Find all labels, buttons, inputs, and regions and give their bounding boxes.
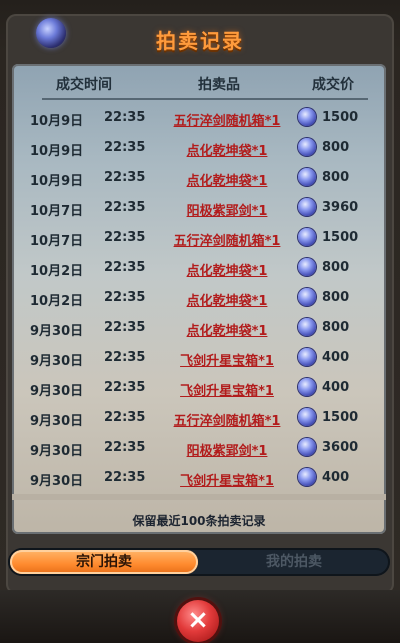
row-item-link[interactable]: 点化乾坤袋*1 [172, 260, 282, 279]
table-row: 9月30日 22:35 飞剑升星宝箱*1 400 [12, 463, 386, 493]
row-price: 800 [322, 140, 350, 155]
row-item-link[interactable]: 阳极紫郢剑*1 [172, 200, 282, 219]
row-item-link[interactable]: 点化乾坤袋*1 [172, 140, 282, 159]
row-item-link[interactable]: 五行淬剑随机箱*1 [172, 230, 282, 249]
row-price: 1500 [322, 110, 359, 125]
row-date: 9月30日 [30, 384, 84, 399]
row-price: 1500 [322, 410, 359, 425]
spirit-coin-icon [298, 348, 316, 366]
row-price: 3600 [322, 440, 359, 455]
table-row: 9月30日 22:35 飞剑升星宝箱*1 400 [12, 373, 386, 403]
row-price: 3960 [322, 200, 359, 215]
row-date: 10月2日 [30, 264, 84, 279]
spirit-coin-icon [298, 288, 316, 306]
row-date: 9月30日 [30, 324, 84, 339]
row-date: 10月9日 [30, 144, 84, 159]
row-time: 22:35 [104, 350, 146, 365]
row-price: 800 [322, 320, 350, 335]
row-item-link[interactable]: 飞剑升星宝箱*1 [172, 380, 282, 399]
tab-sect-auction[interactable]: 宗门拍卖 [10, 550, 198, 574]
spirit-coin-icon [298, 258, 316, 276]
row-price: 400 [322, 470, 350, 485]
list-scroll-edge [12, 494, 386, 500]
row-item-link[interactable]: 点化乾坤袋*1 [172, 290, 282, 309]
row-price: 800 [322, 260, 350, 275]
records-note: 保留最近100条拍卖记录 [132, 514, 266, 528]
row-item-link[interactable]: 五行淬剑随机箱*1 [172, 410, 282, 429]
table-row: 9月30日 22:35 阳极紫郢剑*1 3600 [12, 433, 386, 463]
row-date: 9月30日 [30, 414, 84, 429]
row-price: 400 [322, 350, 350, 365]
close-icon: × [187, 605, 209, 635]
row-time: 22:35 [104, 440, 146, 455]
spirit-coin-icon [298, 228, 316, 246]
row-item-link[interactable]: 飞剑升星宝箱*1 [172, 350, 282, 369]
table-row: 10月2日 22:35 点化乾坤袋*1 800 [12, 253, 386, 283]
header-time: 成交时间 [56, 77, 112, 93]
tab-my-auction[interactable]: 我的拍卖 [200, 550, 388, 574]
spirit-coin-icon [298, 138, 316, 156]
records-panel: 成交时间 拍卖品 成交价 10月9日 22:35 五行淬剑随机箱*1 1500 … [12, 64, 386, 534]
row-date: 10月7日 [30, 204, 84, 219]
row-price: 800 [322, 170, 350, 185]
table-row: 9月30日 22:35 五行淬剑随机箱*1 1500 [12, 403, 386, 433]
table-header: 成交时间 拍卖品 成交价 [12, 64, 386, 102]
row-time: 22:35 [104, 170, 146, 185]
table-row: 10月9日 22:35 点化乾坤袋*1 800 [12, 163, 386, 193]
row-time: 22:35 [104, 320, 146, 335]
row-time: 22:35 [104, 380, 146, 395]
spirit-coin-icon [298, 408, 316, 426]
close-button[interactable]: × [177, 600, 219, 642]
row-time: 22:35 [104, 470, 146, 485]
row-price: 1500 [322, 230, 359, 245]
table-row: 9月30日 22:35 飞剑升星宝箱*1 400 [12, 343, 386, 373]
records-list[interactable]: 10月9日 22:35 五行淬剑随机箱*1 1500 10月9日 22:35 点… [12, 103, 386, 493]
header-divider [42, 98, 368, 100]
row-date: 9月30日 [30, 444, 84, 459]
spirit-coin-icon [298, 438, 316, 456]
table-row: 10月9日 22:35 五行淬剑随机箱*1 1500 [12, 103, 386, 133]
page-title: 拍卖记录 [156, 29, 244, 53]
row-date: 10月2日 [30, 294, 84, 309]
spirit-coin-icon [298, 318, 316, 336]
header-item: 拍卖品 [198, 77, 240, 93]
table-row: 10月2日 22:35 点化乾坤袋*1 800 [12, 283, 386, 313]
row-date: 10月7日 [30, 234, 84, 249]
header-price: 成交价 [312, 77, 354, 93]
row-time: 22:35 [104, 410, 146, 425]
spirit-coin-icon [298, 378, 316, 396]
row-item-link[interactable]: 飞剑升星宝箱*1 [172, 470, 282, 489]
row-date: 9月30日 [30, 354, 84, 369]
table-row: 9月30日 22:35 点化乾坤袋*1 800 [12, 313, 386, 343]
row-item-link[interactable]: 阳极紫郢剑*1 [172, 440, 282, 459]
spirit-coin-icon [298, 108, 316, 126]
row-price: 400 [322, 380, 350, 395]
row-time: 22:35 [104, 110, 146, 125]
row-date: 10月9日 [30, 114, 84, 129]
spirit-coin-icon [298, 168, 316, 186]
row-price: 800 [322, 290, 350, 305]
row-item-link[interactable]: 五行淬剑随机箱*1 [172, 110, 282, 129]
row-time: 22:35 [104, 200, 146, 215]
table-row: 10月9日 22:35 点化乾坤袋*1 800 [12, 133, 386, 163]
row-time: 22:35 [104, 260, 146, 275]
row-time: 22:35 [104, 140, 146, 155]
row-date: 10月9日 [30, 174, 84, 189]
table-row: 10月7日 22:35 阳极紫郢剑*1 3960 [12, 193, 386, 223]
spirit-coin-icon [298, 468, 316, 486]
row-item-link[interactable]: 点化乾坤袋*1 [172, 170, 282, 189]
tab-bar: 宗门拍卖 我的拍卖 [8, 548, 390, 576]
spirit-coin-icon [298, 198, 316, 216]
table-row: 10月7日 22:35 五行淬剑随机箱*1 1500 [12, 223, 386, 253]
row-item-link[interactable]: 点化乾坤袋*1 [172, 320, 282, 339]
row-date: 9月30日 [30, 474, 84, 489]
row-time: 22:35 [104, 290, 146, 305]
row-time: 22:35 [104, 230, 146, 245]
